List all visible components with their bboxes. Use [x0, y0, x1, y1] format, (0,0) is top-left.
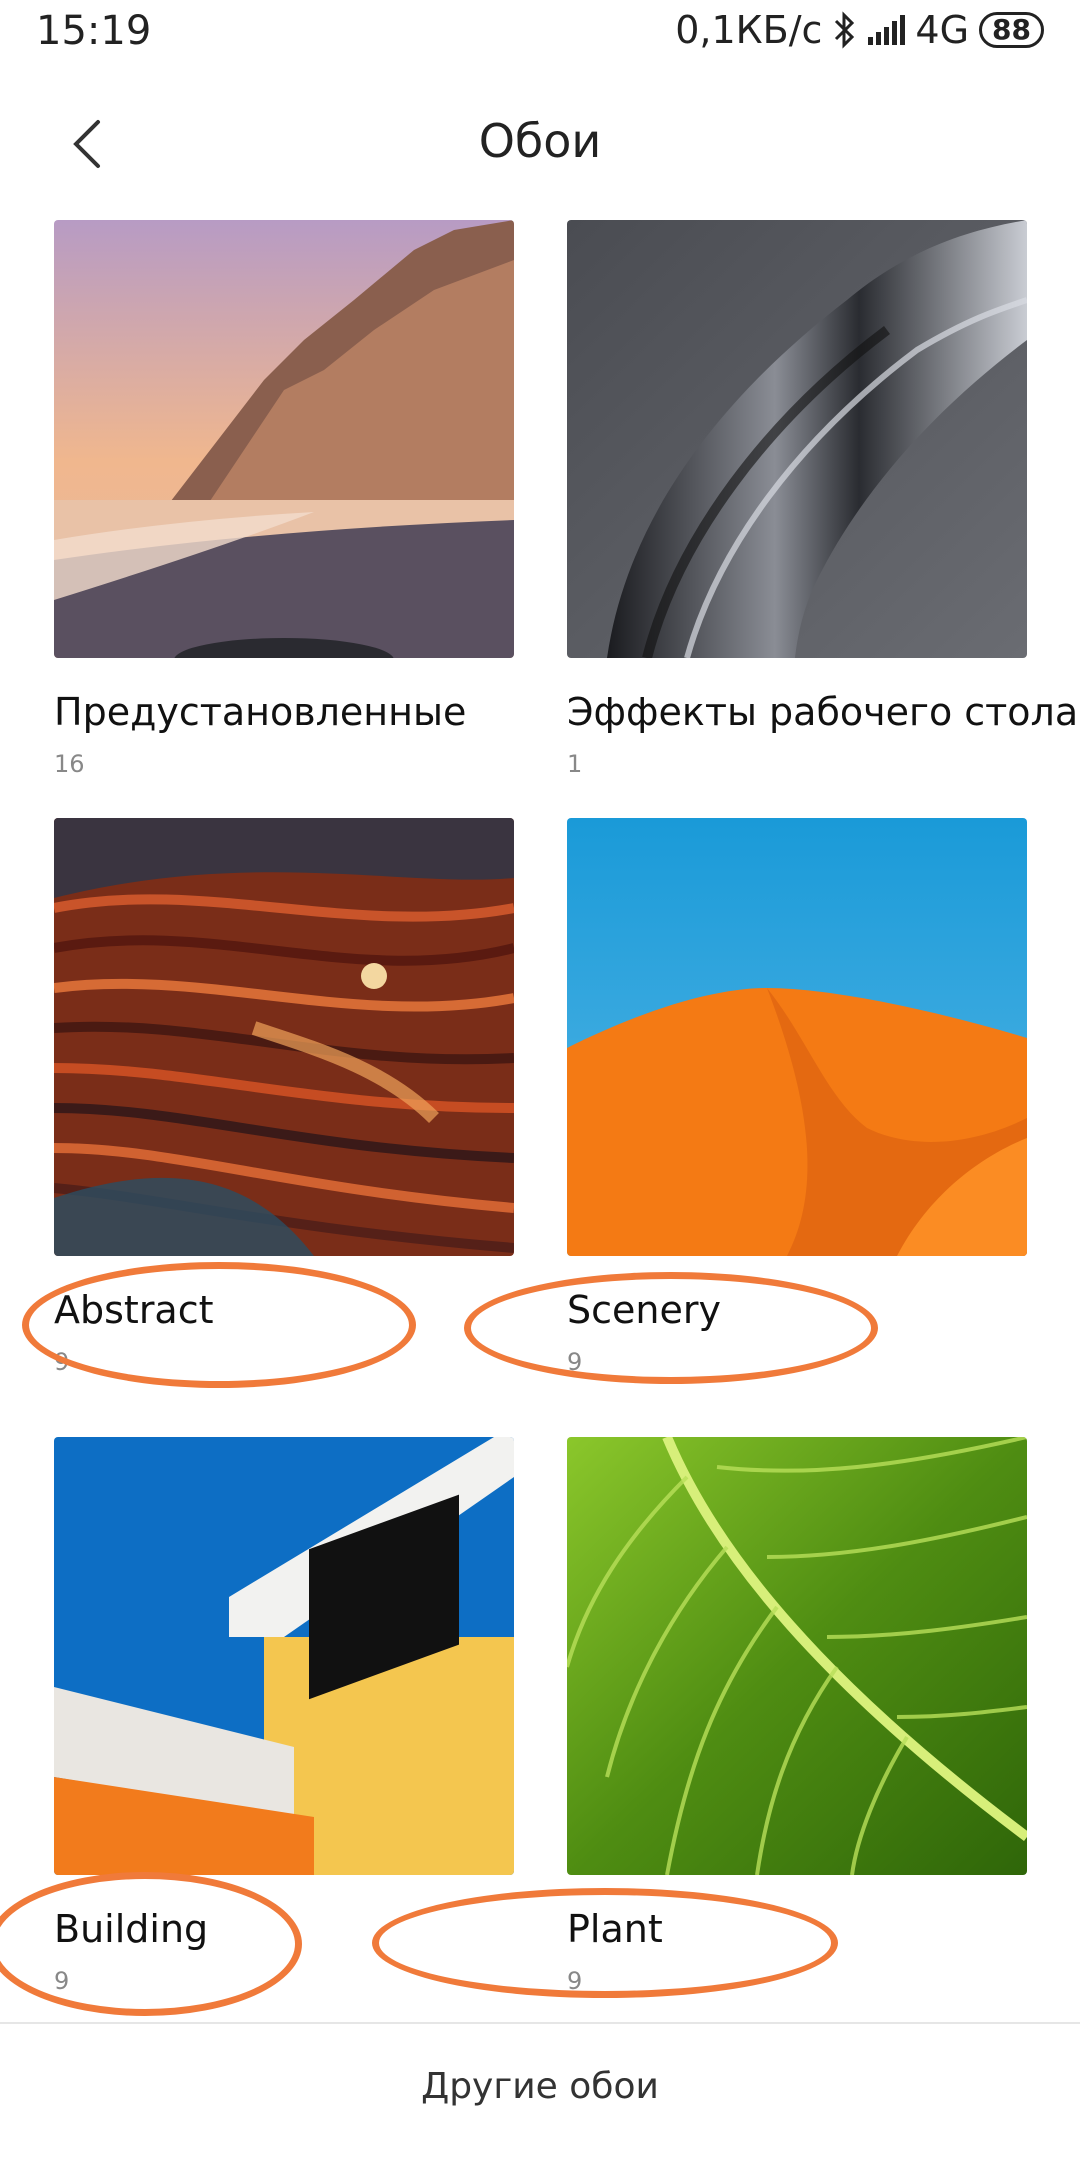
category-card-abstract[interactable]: Abstract 9	[54, 818, 514, 1376]
category-card-plant[interactable]: Plant 9	[567, 1437, 1027, 1995]
category-count: 1	[567, 750, 583, 778]
status-bar: 15:19 0,1КБ/с 4G 88	[0, 0, 1080, 66]
status-time: 15:19	[36, 8, 152, 54]
category-thumbnail[interactable]	[54, 220, 514, 658]
category-title: Building	[54, 1907, 209, 1951]
other-wallpapers-button[interactable]: Другие обои	[0, 2066, 1080, 2107]
category-card-preinstalled[interactable]: Предустановленные 16	[54, 220, 514, 778]
category-card-desktop-effects[interactable]: Эффекты рабочего стола 1	[567, 220, 1078, 778]
category-count: 9	[567, 1967, 583, 1995]
battery-icon: 88	[979, 12, 1044, 48]
app-header: Обои	[0, 100, 1080, 190]
network-type: 4G	[915, 8, 970, 52]
category-count: 9	[54, 1348, 70, 1376]
category-count: 9	[567, 1348, 583, 1376]
network-speed: 0,1КБ/с	[675, 8, 823, 52]
status-icons: 0,1КБ/с 4G 88	[675, 8, 1044, 52]
page-title: Обои	[478, 114, 602, 168]
category-thumbnail[interactable]	[567, 220, 1027, 658]
category-title: Abstract	[54, 1288, 214, 1332]
category-card-building[interactable]: Building 9	[54, 1437, 514, 1995]
category-title: Scenery	[567, 1288, 721, 1332]
category-count: 16	[54, 750, 85, 778]
bottom-bar: Другие обои	[0, 2022, 1080, 2162]
category-title: Plant	[567, 1907, 663, 1951]
category-thumbnail[interactable]	[54, 818, 514, 1256]
bluetooth-icon	[835, 11, 855, 49]
category-thumbnail[interactable]	[54, 1437, 514, 1875]
category-thumbnail[interactable]	[567, 818, 1027, 1256]
category-count: 9	[54, 1967, 70, 1995]
category-card-scenery[interactable]: Scenery 9	[567, 818, 1027, 1376]
category-title: Предустановленные	[54, 690, 467, 734]
category-title: Эффекты рабочего стола	[567, 690, 1079, 734]
category-thumbnail[interactable]	[567, 1437, 1027, 1875]
signal-icon	[868, 15, 906, 45]
